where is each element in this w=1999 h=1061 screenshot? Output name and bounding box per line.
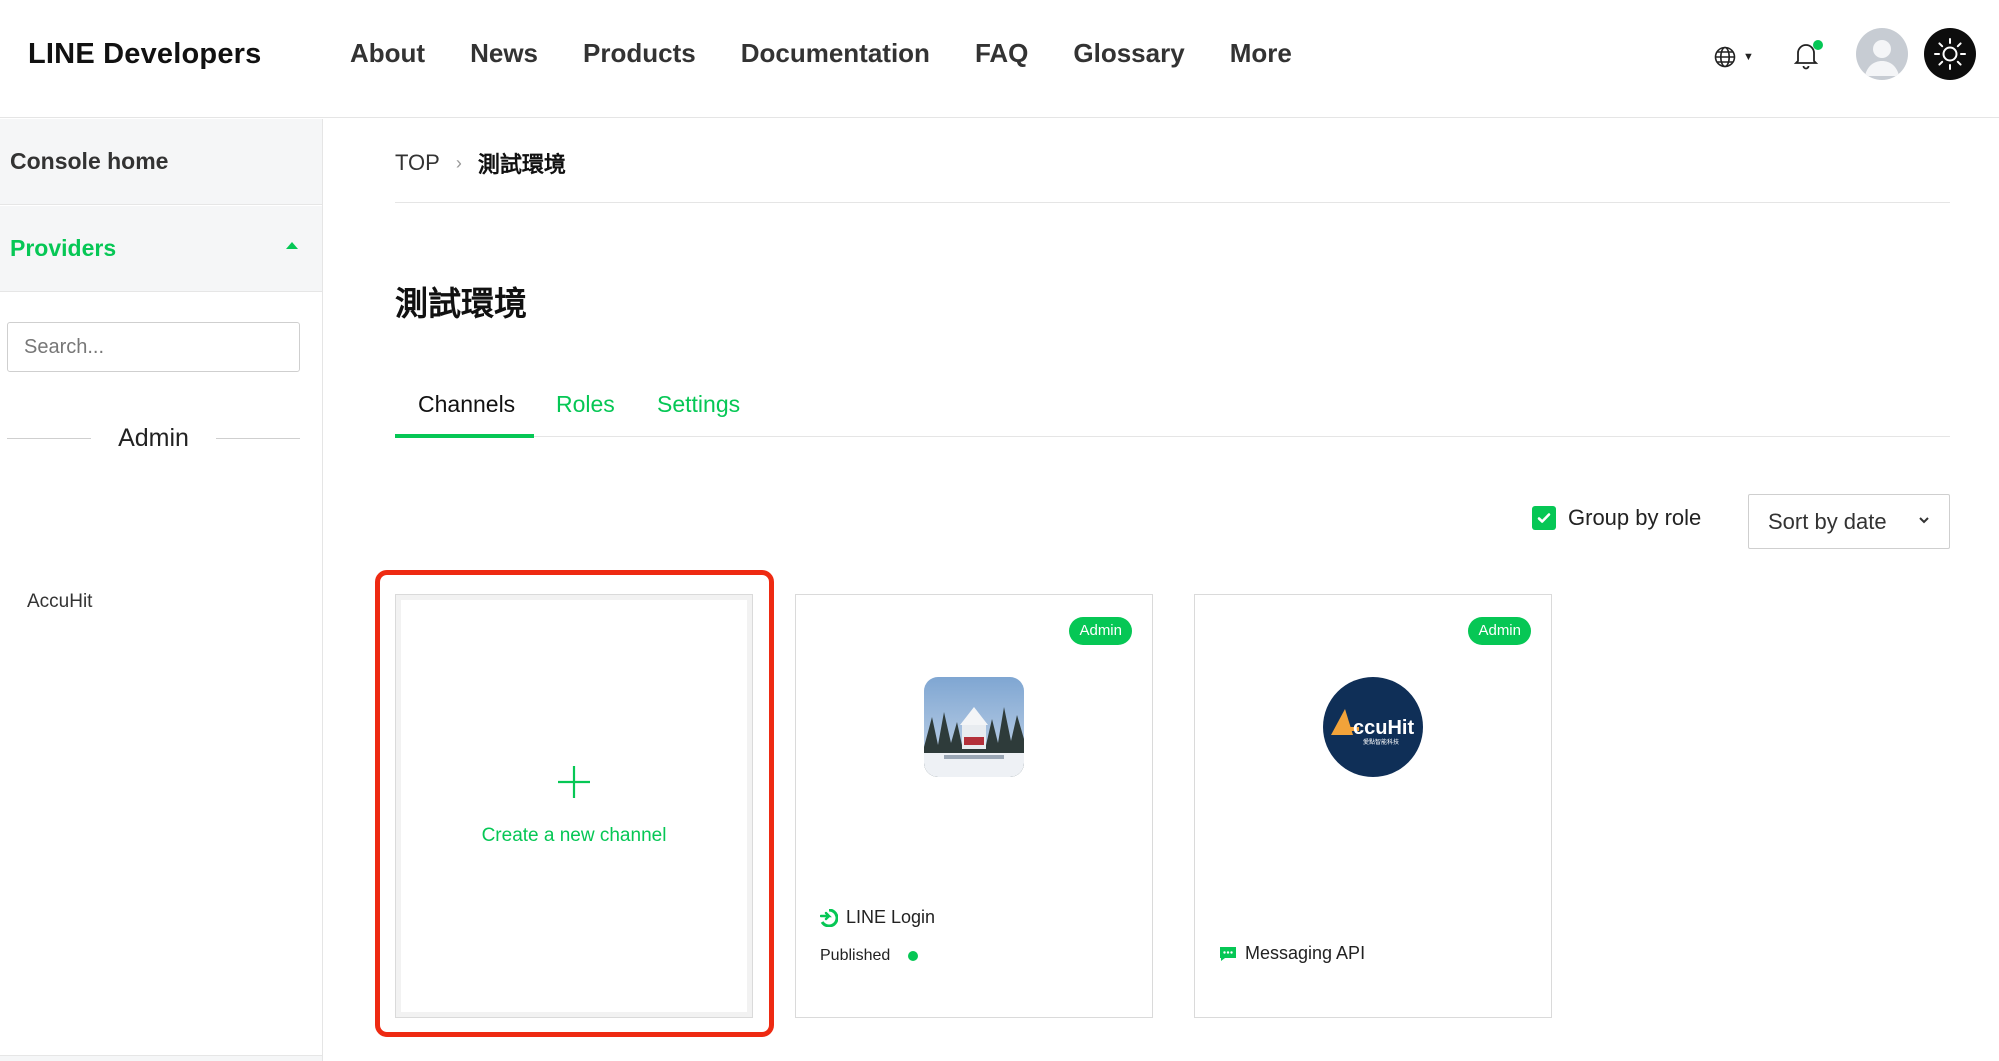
channel-type: LINE Login <box>820 907 935 928</box>
role-badge: Admin <box>1468 617 1531 645</box>
nav-news[interactable]: News <box>470 38 538 69</box>
checkmark-icon <box>1532 506 1556 530</box>
nav-documentation[interactable]: Documentation <box>741 38 930 69</box>
sidebar-footer <box>0 1055 322 1061</box>
sidebar: Console home Providers Admin AccuHit <box>0 119 323 1061</box>
sidebar-item-accuhit[interactable]: AccuHit <box>27 591 92 613</box>
breadcrumb-current: 測試環境 <box>477 152 566 177</box>
breadcrumb: TOP › 測試環境 <box>395 147 566 179</box>
language-selector[interactable]: ▼ <box>1713 42 1761 72</box>
tab-roles[interactable]: Roles <box>556 391 615 418</box>
tab-settings[interactable]: Settings <box>657 391 740 418</box>
message-icon <box>1219 945 1237 963</box>
status-dot <box>908 951 919 961</box>
nav-about[interactable]: About <box>350 38 425 69</box>
nav-more[interactable]: More <box>1230 38 1292 69</box>
user-avatar[interactable] <box>1856 28 1908 80</box>
notification-button[interactable] <box>1793 40 1823 72</box>
chevron-right-icon: › <box>455 152 462 173</box>
active-tab-indicator <box>395 434 534 438</box>
line-login-icon <box>820 908 838 927</box>
sort-select-value: Sort by date <box>1768 508 1887 534</box>
role-badge: Admin <box>1069 617 1132 645</box>
channel-status: Published <box>820 947 919 965</box>
channel-type-label: LINE Login <box>846 907 936 927</box>
top-header: LINE Developers About News Products Docu… <box>0 0 1999 118</box>
chevron-up-icon <box>286 242 298 249</box>
channel-type-label: Messaging API <box>1245 943 1366 963</box>
notification-dot <box>1813 40 1823 50</box>
sidebar-item-console-home[interactable]: Console home <box>0 119 322 205</box>
channel-logo: ccuHit 愛點智能科技 <box>1323 677 1423 777</box>
user-icon <box>1865 40 1899 76</box>
sidebar-item-providers[interactable]: Providers <box>0 206 322 292</box>
highlight-box <box>375 570 774 1037</box>
group-by-role-label: Group by role <box>1568 505 1702 530</box>
nav-faq[interactable]: FAQ <box>975 38 1028 69</box>
breadcrumb-top-link[interactable]: TOP <box>395 150 440 176</box>
nav-glossary[interactable]: Glossary <box>1073 38 1184 69</box>
sort-select[interactable]: Sort by date <box>1748 494 1950 549</box>
provider-search-input[interactable] <box>7 322 300 372</box>
channel-status-label: Published <box>820 947 891 964</box>
tab-bar: Channels Roles Settings <box>395 385 1950 438</box>
theme-toggle[interactable] <box>1924 28 1976 80</box>
breadcrumb-divider <box>395 202 1950 203</box>
channel-card-line-login[interactable]: Admin LINE Login Published <box>795 594 1153 1018</box>
channel-card-messaging-api[interactable]: Admin ccuHit 愛點智能科技 Messaging API <box>1194 594 1552 1018</box>
sidebar-providers-label: Providers <box>10 235 117 261</box>
channel-type: Messaging API <box>1219 943 1365 964</box>
nav-products[interactable]: Products <box>583 38 696 69</box>
chevron-down-icon <box>1919 517 1929 524</box>
brand-logo[interactable]: LINE Developers <box>28 38 261 71</box>
page-title: 測試環境 <box>395 285 527 322</box>
divider-line <box>216 438 300 439</box>
group-by-role-checkbox[interactable]: Group by role <box>1532 505 1701 531</box>
logo-subtitle: 愛點智能科技 <box>1363 738 1399 746</box>
channel-thumbnail <box>924 677 1024 777</box>
chevron-down-icon: ▼ <box>1743 51 1754 63</box>
tab-channels[interactable]: Channels <box>418 391 515 418</box>
sun-icon <box>1934 38 1966 70</box>
main-nav: About News Products Documentation FAQ Gl… <box>350 38 1337 69</box>
sidebar-section-divider: Admin <box>7 424 300 454</box>
logo-wordmark: ccuHit <box>1353 717 1414 739</box>
globe-icon <box>1714 46 1736 68</box>
